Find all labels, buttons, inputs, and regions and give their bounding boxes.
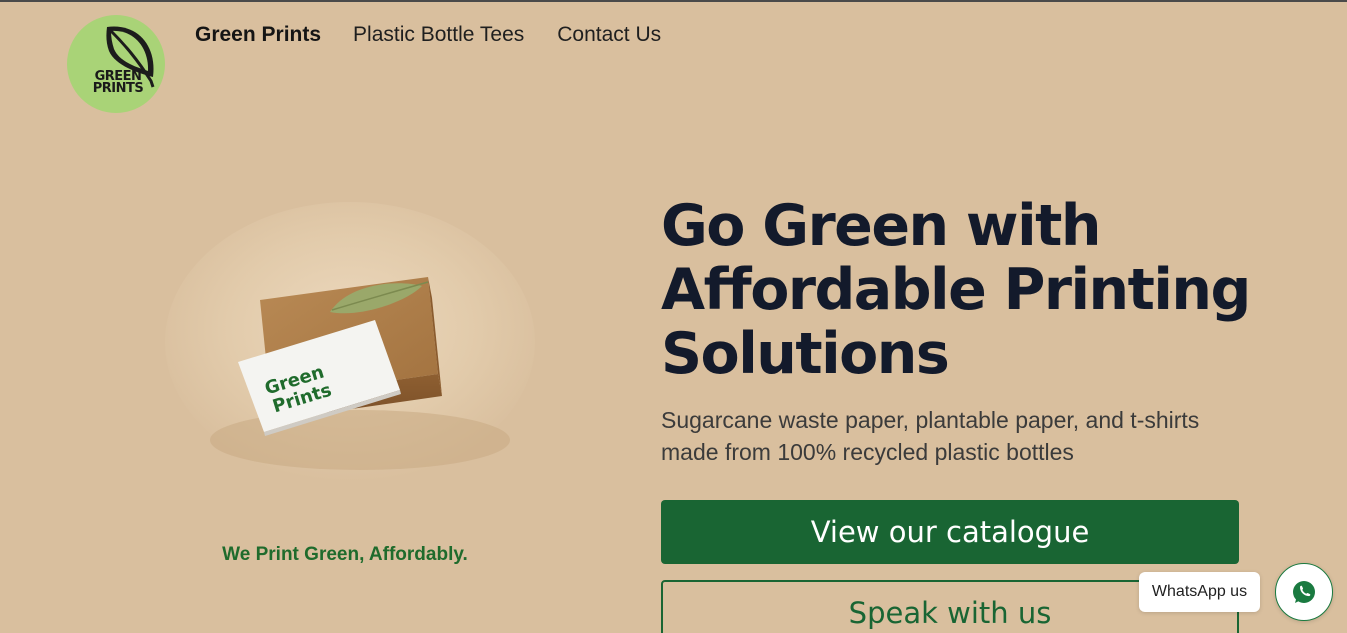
tagline: We Print Green, Affordably.	[222, 544, 468, 565]
main-nav: Green Prints Plastic Bottle Tees Contact…	[195, 23, 661, 47]
nav-plastic-bottle-tees[interactable]: Plastic Bottle Tees	[353, 23, 524, 47]
nav-green-prints[interactable]: Green Prints	[195, 23, 321, 47]
page: GREEN PRINTS Green Prints Plastic Bottle…	[0, 0, 1347, 633]
logo-text-line2: PRINTS	[92, 81, 144, 96]
brand-logo[interactable]: GREEN PRINTS	[67, 15, 165, 113]
whatsapp-icon	[1293, 581, 1315, 603]
nav-contact-us[interactable]: Contact Us	[557, 23, 661, 47]
whatsapp-label[interactable]: WhatsApp us	[1139, 572, 1260, 612]
hero-headline: Go Green with Affordable Printing Soluti…	[661, 193, 1251, 387]
hero-image: Green Prints	[160, 202, 540, 502]
whatsapp-button[interactable]	[1275, 563, 1333, 621]
hero-subtext: Sugarcane waste paper, plantable paper, …	[661, 407, 1200, 465]
view-catalogue-button[interactable]: View our catalogue	[661, 500, 1239, 564]
leaf-icon	[106, 26, 155, 88]
